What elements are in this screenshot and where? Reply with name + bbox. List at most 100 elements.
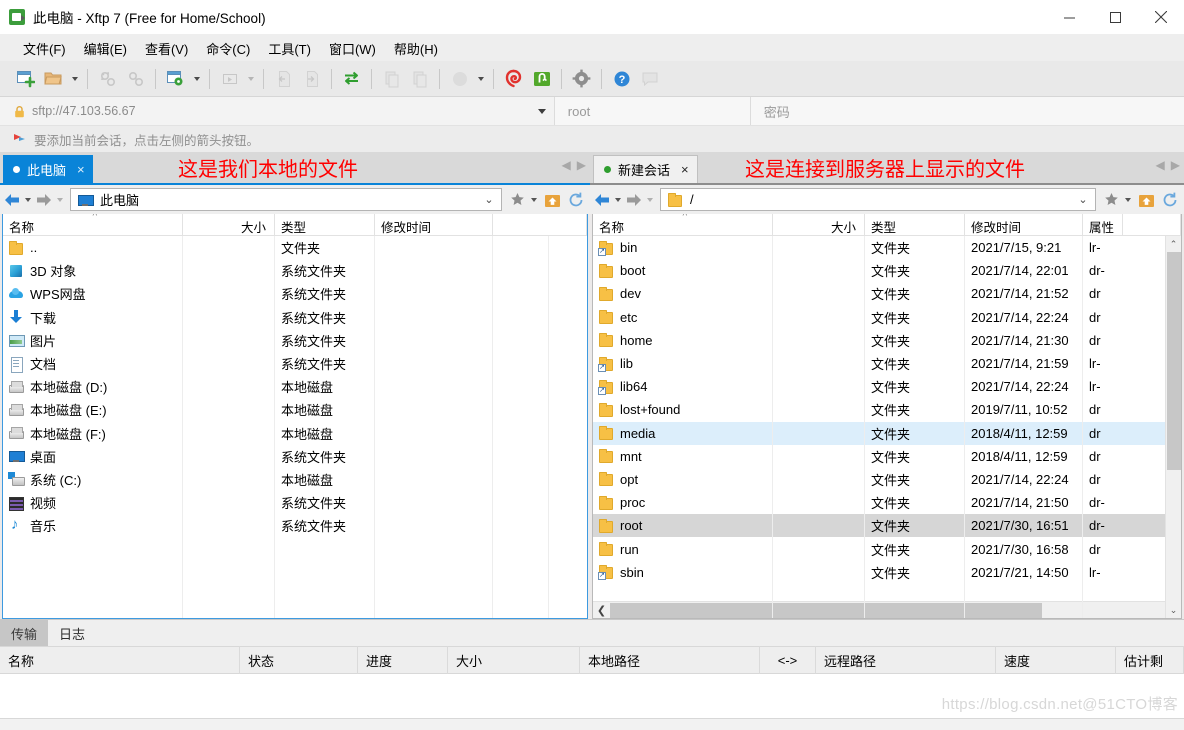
scroll-left-icon[interactable]: ❮ xyxy=(593,602,610,619)
table-row[interactable]: boot 文件夹 2021/7/14, 22:01 dr- xyxy=(593,259,1181,282)
table-row[interactable]: ↗ lib64 文件夹 2021/7/14, 22:24 lr- xyxy=(593,375,1181,398)
xftp-button[interactable] xyxy=(528,65,555,92)
chevron-down-icon[interactable]: ⌄ xyxy=(481,193,497,206)
menu-edit[interactable]: 编辑(E) xyxy=(75,36,136,61)
remote-col-type[interactable]: 类型 xyxy=(865,214,965,235)
remote-home-button[interactable] xyxy=(1134,188,1158,212)
remote-col-name[interactable]: 名称 ^ xyxy=(593,214,773,235)
transfer-mode-dropdown[interactable] xyxy=(474,65,487,92)
table-row[interactable]: .. 文件夹 xyxy=(3,236,587,259)
remote-refresh-button[interactable] xyxy=(1158,188,1182,212)
chevron-down-icon[interactable]: ⌄ xyxy=(1075,193,1091,206)
local-home-button[interactable] xyxy=(540,188,564,212)
remote-vertical-scrollbar[interactable]: ⌃ ⌄ xyxy=(1165,236,1181,618)
minimize-button[interactable] xyxy=(1046,0,1092,34)
username-field[interactable]: root xyxy=(553,97,750,125)
menu-command[interactable]: 命令(C) xyxy=(197,36,259,61)
table-row[interactable]: dev 文件夹 2021/7/14, 21:52 dr xyxy=(593,282,1181,305)
table-row[interactable]: lost+found 文件夹 2019/7/11, 10:52 dr xyxy=(593,398,1181,421)
session-settings-dropdown[interactable] xyxy=(190,65,203,92)
remote-back-button[interactable] xyxy=(592,188,612,212)
password-field[interactable]: 密码 xyxy=(749,97,1184,125)
tab-close-icon[interactable]: × xyxy=(73,162,85,177)
table-row[interactable]: ↗ bin 文件夹 2021/7/15, 9:21 lr- xyxy=(593,236,1181,259)
tab-transfer[interactable]: 传输 xyxy=(0,620,49,646)
col-speed[interactable]: 速度 xyxy=(996,646,1116,674)
tab-new-session[interactable]: 新建会话 × xyxy=(593,155,698,183)
col-progress[interactable]: 进度 xyxy=(358,646,448,674)
table-row[interactable]: 视频 系统文件夹 xyxy=(3,491,587,514)
address-dropdown-button[interactable] xyxy=(529,97,554,125)
table-row[interactable]: proc 文件夹 2021/7/14, 21:50 dr- xyxy=(593,491,1181,514)
table-row[interactable]: opt 文件夹 2021/7/14, 22:24 dr xyxy=(593,468,1181,491)
scroll-up-icon[interactable]: ⌃ xyxy=(1166,236,1182,252)
table-row[interactable]: ↗ sbin 文件夹 2021/7/21, 14:50 lr- xyxy=(593,561,1181,584)
new-session-button[interactable] xyxy=(12,65,39,92)
table-row[interactable]: 本地磁盘 (E:) 本地磁盘 xyxy=(3,398,587,421)
remote-col-attr[interactable]: 属性 xyxy=(1083,214,1123,235)
col-name[interactable]: 名称 xyxy=(0,646,240,674)
menu-window[interactable]: 窗口(W) xyxy=(320,36,385,61)
table-row[interactable]: WPS网盘 系统文件夹 xyxy=(3,282,587,305)
remote-favorites-dropdown[interactable] xyxy=(1122,188,1134,212)
local-col-name[interactable]: 名称 ^ xyxy=(3,214,183,235)
session-settings-button[interactable] xyxy=(162,65,189,92)
table-row[interactable]: etc 文件夹 2021/7/14, 22:24 dr xyxy=(593,306,1181,329)
table-row[interactable]: mnt 文件夹 2018/4/11, 12:59 dr xyxy=(593,445,1181,468)
col-size[interactable]: 大小 xyxy=(448,646,580,674)
table-row[interactable]: 系统 (C:) 本地磁盘 xyxy=(3,468,587,491)
tab-this-pc[interactable]: 此电脑 × xyxy=(3,155,93,183)
table-row[interactable]: 3D 对象 系统文件夹 xyxy=(3,259,587,282)
open-folder-dropdown[interactable] xyxy=(68,65,81,92)
col-status[interactable]: 状态 xyxy=(240,646,358,674)
local-col-type[interactable]: 类型 xyxy=(275,214,375,235)
remote-horizontal-scrollbar[interactable]: ❮ ❯ xyxy=(593,601,1181,618)
local-favorites-button[interactable] xyxy=(506,188,528,212)
remote-favorites-button[interactable] xyxy=(1100,188,1122,212)
local-refresh-button[interactable] xyxy=(564,188,588,212)
col-remote-path[interactable]: 远程路径 xyxy=(816,646,996,674)
maximize-button[interactable] xyxy=(1092,0,1138,34)
tab-log[interactable]: 日志 xyxy=(48,620,96,646)
col-local-path[interactable]: 本地路径 xyxy=(580,646,760,674)
close-button[interactable] xyxy=(1138,0,1184,34)
table-row[interactable]: 下载 系统文件夹 xyxy=(3,306,587,329)
remote-path-box[interactable]: / ⌄ xyxy=(660,188,1096,211)
local-back-dropdown[interactable] xyxy=(22,188,34,212)
col-direction[interactable]: <-> xyxy=(760,646,816,674)
tab-close-icon[interactable]: × xyxy=(677,162,689,177)
address-field[interactable]: sftp://47.103.56.67 xyxy=(0,97,530,125)
tab-scroll-left-icon[interactable]: ◀ xyxy=(562,158,571,172)
horizontal-scroll-thumb[interactable] xyxy=(610,602,1042,618)
table-row[interactable]: 音乐 系统文件夹 xyxy=(3,514,587,537)
local-path-box[interactable]: 此电脑 ⌄ xyxy=(70,188,502,211)
remote-forward-button[interactable] xyxy=(624,188,644,212)
table-row[interactable]: 图片 系统文件夹 xyxy=(3,329,587,352)
remote-col-time[interactable]: 修改时间 xyxy=(965,214,1083,235)
table-row[interactable]: ↗ lib 文件夹 2021/7/14, 21:59 lr- xyxy=(593,352,1181,375)
local-forward-button[interactable] xyxy=(34,188,54,212)
table-row[interactable]: root 文件夹 2021/7/30, 16:51 dr- xyxy=(593,514,1181,538)
tab-scroll-right-icon[interactable]: ▶ xyxy=(1171,158,1180,172)
gear-icon[interactable] xyxy=(568,65,595,92)
local-back-button[interactable] xyxy=(2,188,22,212)
menu-view[interactable]: 查看(V) xyxy=(136,36,197,61)
remote-back-dropdown[interactable] xyxy=(612,188,624,212)
table-row[interactable]: media 文件夹 2018/4/11, 12:59 dr xyxy=(593,421,1181,445)
local-favorites-dropdown[interactable] xyxy=(528,188,540,212)
remote-col-size[interactable]: 大小 xyxy=(773,214,865,235)
xshell-button[interactable] xyxy=(500,65,527,92)
menu-tools[interactable]: 工具(T) xyxy=(259,36,320,61)
table-row[interactable]: 本地磁盘 (D:) 本地磁盘 xyxy=(3,375,587,398)
question-circle-icon[interactable]: ? xyxy=(608,65,635,92)
local-col-size[interactable]: 大小 xyxy=(183,214,275,235)
table-row[interactable]: home 文件夹 2021/7/14, 21:30 dr xyxy=(593,329,1181,352)
table-row[interactable]: 文档 系统文件夹 xyxy=(3,352,587,375)
tab-scroll-left-icon[interactable]: ◀ xyxy=(1156,158,1165,172)
menu-help[interactable]: 帮助(H) xyxy=(385,36,447,61)
table-row[interactable]: 本地磁盘 (F:) 本地磁盘 xyxy=(3,422,587,445)
tab-scroll-right-icon[interactable]: ▶ xyxy=(577,158,586,172)
vertical-scroll-thumb[interactable] xyxy=(1166,252,1181,470)
table-row[interactable]: run 文件夹 2021/7/30, 16:58 dr xyxy=(593,537,1181,560)
sync-browsing-button[interactable] xyxy=(338,65,365,92)
